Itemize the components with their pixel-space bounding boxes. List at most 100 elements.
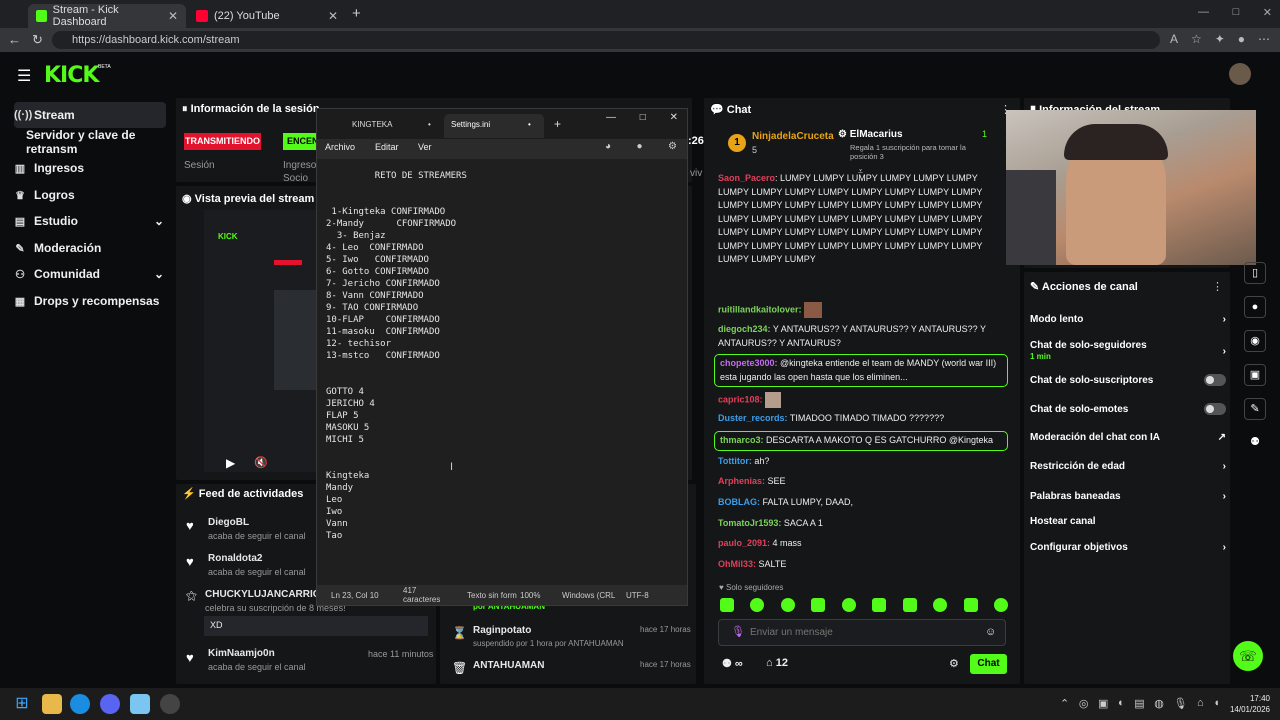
chat-user[interactable]: paulo_2091:	[718, 538, 770, 548]
taskbar-clock[interactable]: 17:40 14/01/2026	[1226, 693, 1270, 715]
new-tab-icon[interactable]: +	[554, 117, 561, 131]
emote-icon[interactable]	[933, 598, 948, 612]
close-icon[interactable]: ✕	[1263, 6, 1272, 19]
settings-gear-icon[interactable]: ⚙	[949, 657, 959, 670]
mod-log-user[interactable]: Raginpotato	[473, 625, 531, 636]
tray-app-icon[interactable]: ◎	[1079, 697, 1089, 710]
more-icon[interactable]: ⋯	[1258, 32, 1270, 46]
emote-icon[interactable]	[902, 598, 917, 612]
action-banned-words[interactable]: Palabras baneadas ›	[1030, 491, 1226, 502]
sidebar-item-server[interactable]: Servidor y clave de retransm	[26, 128, 176, 156]
maximize-icon[interactable]: □	[1233, 6, 1240, 19]
play-icon[interactable]: ▶	[226, 456, 235, 470]
copilot-icon[interactable]: ◕	[605, 141, 611, 152]
chat-user[interactable]: diegoch234:	[718, 324, 771, 334]
action-goals[interactable]: Configurar objetivos ›	[1030, 542, 1226, 553]
chat-user[interactable]: Duster_records:	[718, 413, 788, 423]
chat-user[interactable]: capric108:	[718, 394, 763, 404]
steam-icon[interactable]: ◍	[1154, 697, 1164, 710]
volume-icon[interactable]: ◖	[1213, 697, 1220, 710]
document-icon[interactable]: ▯	[1244, 262, 1266, 284]
window-controls[interactable]: — □ ✕	[1198, 6, 1272, 19]
action-followers-only[interactable]: Chat de solo-seguidores 1 min ›	[1030, 339, 1226, 363]
emote-icon[interactable]	[963, 598, 978, 612]
menu-hamburger-icon[interactable]: ☰	[17, 66, 31, 86]
chat-user[interactable]: TomatoJr1593:	[718, 518, 781, 528]
tray-app-icon[interactable]: ◐	[1118, 697, 1125, 710]
file-explorer-icon[interactable]	[42, 694, 62, 714]
favorite-star-icon[interactable]: ☆	[1191, 32, 1202, 46]
stream-preview-video[interactable]: KICK ▶ 🔇	[204, 210, 320, 472]
sidebar-item-drops[interactable]: ▦ Drops y recompensas	[14, 289, 164, 313]
chat-user[interactable]: chopete3000:	[720, 358, 778, 368]
broadcast-icon[interactable]: ◉	[1244, 330, 1266, 352]
close-icon[interactable]: ✕	[168, 9, 178, 23]
sidebar-item-stream[interactable]: ((·)) Stream	[14, 102, 166, 128]
chat-user[interactable]: BOBLAG:	[718, 497, 760, 507]
chat-user[interactable]: OhMil33:	[718, 559, 756, 569]
emote-icon[interactable]	[841, 598, 856, 612]
action-host-channel[interactable]: Hostear canal	[1030, 516, 1226, 527]
pinned-user[interactable]: NinjadelaCruceta	[752, 131, 834, 142]
mod-log-user[interactable]: ANTAHUAMAN	[473, 660, 544, 671]
chat-user[interactable]: thmarco3:	[720, 435, 764, 445]
browser-tab-kick[interactable]: Stream - Kick Dashboard ✕	[28, 4, 186, 28]
sidebar-item-ingresos[interactable]: ▥ Ingresos	[14, 156, 164, 180]
edge-browser-icon[interactable]	[70, 694, 90, 714]
send-chat-button[interactable]: Chat	[970, 654, 1007, 674]
activity-user[interactable]: Ronaldota2	[208, 553, 262, 564]
emoji-icon[interactable]: ☺	[985, 626, 996, 638]
minimize-icon[interactable]: —	[606, 112, 616, 123]
settings-gear-icon[interactable]: ⚙	[668, 141, 677, 152]
tools-icon[interactable]: ▣	[1244, 364, 1266, 386]
maximize-icon[interactable]: □	[640, 112, 646, 123]
activity-user[interactable]: DiegoBL	[208, 517, 249, 528]
support-chat-icon[interactable]: ☏	[1233, 641, 1263, 671]
windows-start-icon[interactable]: ⊞	[12, 694, 32, 714]
browser-tab-youtube[interactable]: (22) YouTube ✕	[188, 4, 346, 28]
reload-icon[interactable]: ↻	[32, 32, 43, 48]
notepad-app-icon[interactable]	[130, 694, 150, 714]
pinned-user[interactable]: ⚙ ElMacarius	[838, 129, 903, 140]
mod-tools[interactable]: ⚉ ∞	[722, 657, 743, 670]
notepad-text-area[interactable]: RETO DE STREAMERS 1-Kingteka CONFIRMADO …	[317, 160, 687, 584]
chat-bubble-icon[interactable]: ●	[1244, 296, 1266, 318]
notepad-tab-kingteka[interactable]: KINGTEKA •	[324, 114, 442, 136]
mic-icon[interactable]: 🎙	[1173, 697, 1187, 710]
action-ai-moderation[interactable]: Moderación del chat con IA ↗	[1030, 432, 1226, 443]
obs-icon[interactable]	[160, 694, 180, 714]
chevron-up-icon[interactable]: ⌃	[1060, 697, 1069, 710]
wrench-icon[interactable]: ✎	[1244, 398, 1266, 420]
menu-ver[interactable]: Ver	[418, 142, 432, 152]
emote-icon[interactable]	[720, 598, 734, 612]
action-subs-only[interactable]: Chat de solo-suscriptores	[1030, 374, 1226, 386]
activity-user[interactable]: CHUCKYLUJANCARRION	[205, 589, 317, 600]
chat-user[interactable]: ruitillandkaitolover:	[718, 304, 802, 314]
new-tab-icon[interactable]: +	[352, 5, 361, 22]
sidebar-item-estudio[interactable]: ▤ Estudio ⌄	[14, 209, 164, 233]
tray-app-icon[interactable]: ▣	[1098, 697, 1108, 710]
more-vertical-icon[interactable]: ⋮	[1212, 280, 1223, 293]
emote-icon[interactable]	[872, 598, 887, 612]
favorites-icon[interactable]: ✦	[1215, 32, 1225, 46]
sidebar-item-logros[interactable]: ♛ Logros	[14, 183, 164, 207]
chat-user[interactable]: Arphenias:	[718, 476, 765, 486]
emote-icon[interactable]	[993, 598, 1008, 612]
menu-archivo[interactable]: Archivo	[325, 142, 355, 152]
gift-counter[interactable]: ⌂ 12	[766, 657, 788, 669]
community-icon[interactable]: ⚉	[1244, 432, 1266, 452]
action-age-restriction[interactable]: Restricción de edad ›	[1030, 461, 1226, 472]
sidebar-item-moderacion[interactable]: ✎ Moderación	[14, 236, 164, 260]
close-icon[interactable]: ✕	[670, 112, 678, 123]
chat-user[interactable]: Tottitor:	[718, 456, 752, 466]
action-emotes-only[interactable]: Chat de solo-emotes	[1030, 403, 1226, 415]
mic-icon[interactable]: 🎙	[731, 625, 745, 638]
notepad-tab-settings[interactable]: Settings.ini •	[444, 114, 544, 138]
account-icon[interactable]: ●	[637, 141, 643, 152]
emote-icon[interactable]	[780, 598, 795, 612]
kick-logo[interactable]: KICK	[44, 63, 99, 88]
menu-editar[interactable]: Editar	[375, 142, 399, 152]
mute-icon[interactable]: 🔇	[254, 456, 268, 469]
profile-icon[interactable]: ●	[1238, 32, 1245, 46]
activity-user[interactable]: KimNaamjo0n	[208, 648, 275, 659]
